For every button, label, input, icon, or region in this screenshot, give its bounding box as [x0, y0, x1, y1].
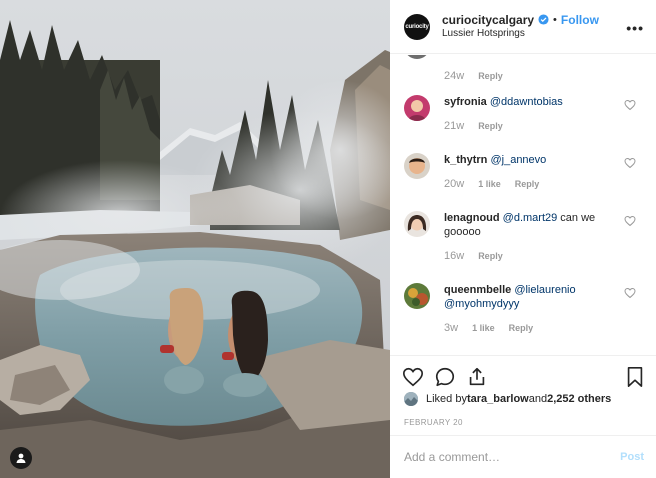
avatar-image — [404, 283, 430, 309]
comment-meta: 20w 1 like Reply — [444, 177, 614, 191]
reply-button[interactable]: Reply — [478, 249, 503, 263]
avatar-image — [404, 211, 430, 237]
comment-avatar[interactable] — [404, 153, 430, 179]
liked-by-middle: and — [528, 393, 548, 405]
comment-mention[interactable]: @d.mart29 — [503, 212, 558, 224]
comment-meta: 21w Reply — [444, 119, 614, 133]
avatar-image — [404, 153, 430, 179]
comment-time[interactable]: 3w — [444, 321, 458, 335]
comment-mention[interactable]: @j_annevo — [490, 154, 546, 166]
comment-body: syfronia @ddawntobias 21w Reply — [444, 95, 614, 133]
add-comment-bar: Post — [390, 435, 656, 478]
add-comment-input[interactable] — [404, 450, 604, 464]
reply-button[interactable]: Reply — [509, 321, 534, 335]
comment-likes[interactable]: 1 like — [478, 177, 501, 191]
bookmark-icon[interactable] — [624, 366, 646, 388]
comment-body: lenagnoud @d.mart29 can we gooooo 16w Re… — [444, 211, 614, 263]
verified-badge-icon — [538, 14, 549, 25]
comment-avatar[interactable] — [404, 283, 430, 309]
comment-username[interactable]: queenmbelle — [444, 284, 511, 296]
avatar-logo-text: curiocity — [405, 23, 429, 30]
account-avatar[interactable]: curiocity — [404, 13, 430, 40]
follow-button[interactable]: Follow — [561, 13, 599, 27]
comment-like-icon[interactable] — [624, 215, 636, 227]
comment-likes[interactable]: 1 like — [472, 321, 495, 335]
comment-time[interactable]: 21w — [444, 119, 464, 133]
liked-by-summary: Liked by tara_barlow and 2,252 others — [404, 392, 611, 406]
liked-by-others[interactable]: 2,252 others — [547, 393, 611, 405]
account-username[interactable]: curiocitycalgary — [442, 13, 534, 27]
more-options-icon[interactable]: ••• — [626, 20, 644, 36]
comment-time[interactable]: 20w — [444, 177, 464, 191]
avatar-image — [404, 95, 430, 121]
post-actions: Liked by tara_barlow and 2,252 others FE… — [390, 355, 656, 435]
post-date[interactable]: FEBRUARY 20 — [404, 418, 463, 427]
post-photo[interactable] — [0, 0, 390, 478]
comment-username[interactable]: k_thytrn — [444, 154, 487, 166]
post-header: curiocity curiocitycalgary • Follow Luss… — [390, 0, 656, 54]
comment-icon[interactable] — [434, 366, 456, 388]
comment-avatar[interactable] — [404, 95, 430, 121]
comment-meta: 3w 1 like Reply — [444, 321, 614, 335]
reply-button[interactable]: Reply — [515, 177, 540, 191]
share-icon[interactable] — [466, 366, 488, 388]
comment-meta: 16w Reply — [444, 249, 614, 263]
comment-like-icon[interactable] — [624, 287, 636, 299]
comment-time[interactable]: 16w — [444, 249, 464, 263]
user-tag-button[interactable] — [10, 447, 32, 469]
comment-avatar[interactable] — [404, 211, 430, 237]
comment-body: 24w Reply — [444, 55, 614, 83]
liker-avatar-image — [404, 392, 418, 406]
liked-by-user[interactable]: tara_barlow — [467, 393, 529, 405]
comment-body: k_thytrn @j_annevo 20w 1 like Reply — [444, 153, 614, 191]
post-details-panel: curiocity curiocitycalgary • Follow Luss… — [390, 0, 656, 478]
heart-icon[interactable] — [402, 366, 424, 388]
comment-meta: 24w Reply — [444, 69, 614, 83]
comment-time[interactable]: 24w — [444, 69, 464, 83]
comment-mention[interactable]: @ddawntobias — [490, 96, 563, 108]
header-separator: • — [553, 13, 557, 26]
reply-button[interactable]: Reply — [478, 69, 503, 83]
header-text: curiocitycalgary • Follow Lussier Hotspr… — [442, 13, 599, 41]
comment-like-icon[interactable] — [624, 157, 636, 169]
hot-springs-photo — [0, 0, 390, 478]
liker-avatar[interactable] — [404, 392, 418, 406]
reply-button[interactable]: Reply — [478, 119, 503, 133]
comment-body: queenmbelle @lielaurenio @myohmydyyy 3w … — [444, 283, 614, 335]
liked-by-prefix: Liked by — [426, 393, 467, 405]
post-location[interactable]: Lussier Hotsprings — [442, 27, 599, 41]
instagram-post-view: curiocity curiocitycalgary • Follow Luss… — [0, 0, 656, 478]
comment-like-icon[interactable] — [624, 99, 636, 111]
comments-list[interactable]: 24w Reply syfronia @ddawntobias 21w Repl… — [390, 55, 656, 355]
comment-username[interactable]: syfronia — [444, 96, 487, 108]
post-comment-button[interactable]: Post — [620, 451, 644, 463]
comment-avatar[interactable] — [404, 55, 430, 59]
user-tag-icon — [16, 453, 26, 463]
comment-username[interactable]: lenagnoud — [444, 212, 500, 224]
